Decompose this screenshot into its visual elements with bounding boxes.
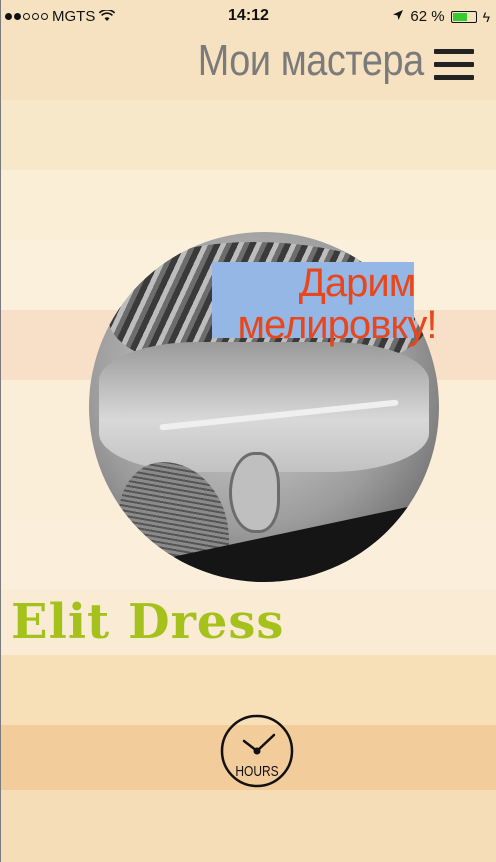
status-bar: MGTS 14:12 62 % ϟ [1,0,496,34]
header: Мои мастера [1,34,496,94]
hours-label: HOURS [235,763,279,780]
promo-banner[interactable]: Дарим мелировку! [197,262,477,346]
promo-line-2: мелировку! [237,303,438,347]
hours-button[interactable]: HOURS [219,713,295,789]
charging-icon: ϟ [482,8,490,25]
promo-line-1: Дарим [298,261,416,305]
photo-ear [229,452,280,533]
hamburger-menu-icon[interactable] [434,49,474,81]
bg-stripe [1,100,496,170]
battery-percent: 62 % [410,8,445,25]
master-name: Elit Dress [11,594,285,650]
status-right: 62 % ϟ [392,8,490,25]
bg-stripe [1,170,496,240]
page-title: Мои мастера [198,36,424,85]
battery-icon [450,10,477,23]
location-arrow-icon [392,8,404,25]
bg-stripe [1,790,496,862]
app-screen: MGTS 14:12 62 % ϟ Мои мастера Дарим мели… [0,0,496,862]
